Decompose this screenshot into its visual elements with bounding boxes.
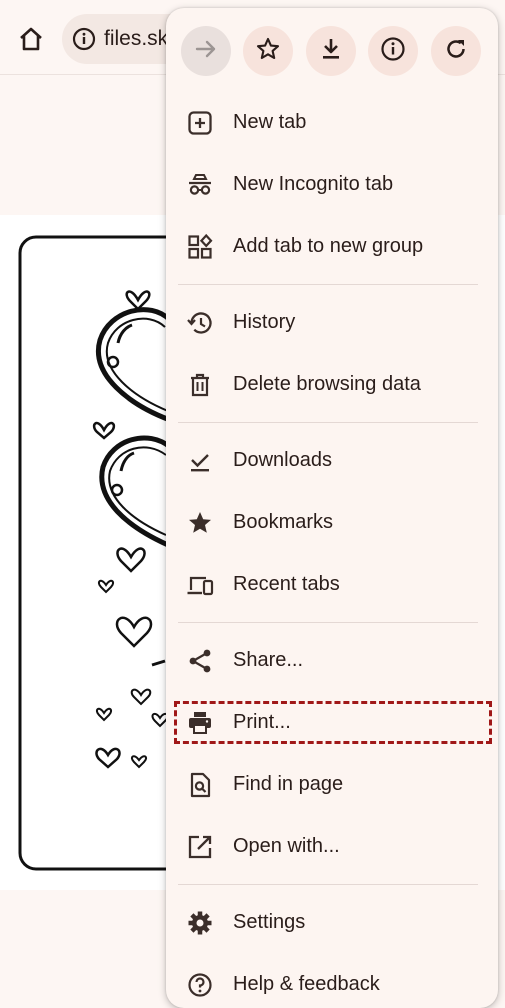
menu-item-label: Settings [233,911,306,933]
menu-item-label: New tab [233,111,307,133]
menu-item-add-tab-to-group[interactable]: Add tab to new group [166,216,498,278]
bookmark-button[interactable] [243,26,293,76]
menu-item-open-with[interactable]: Open with... [166,816,498,878]
star-outline-icon [255,36,281,67]
devices-icon [186,571,214,599]
menu-action-row [166,8,498,96]
menu-item-help-feedback[interactable]: Help & feedback [166,954,498,1008]
menu-item-label: Bookmarks [233,511,334,533]
history-icon [186,309,214,337]
menu-item-bookmarks[interactable]: Bookmarks [166,492,498,554]
downloads-icon [186,447,214,475]
menu-divider [178,422,478,423]
menu-item-share[interactable]: Share... [166,630,498,692]
share-icon [186,647,214,675]
menu-item-delete-browsing-data[interactable]: Delete browsing data [166,354,498,416]
print-highlight-box [174,701,492,744]
menu-item-downloads[interactable]: Downloads [166,430,498,492]
arrow-forward-icon [193,36,219,67]
new-tab-icon [186,109,214,137]
menu-item-new-tab[interactable]: New tab [166,92,498,154]
download-button[interactable] [306,26,356,76]
page-info-button[interactable] [368,26,418,76]
menu-item-label: New Incognito tab [233,173,394,195]
menu-item-find-in-page[interactable]: Find in page [166,754,498,816]
download-icon [318,36,344,67]
url-text: files.sk [104,27,169,50]
menu-item-label: Downloads [233,449,332,471]
trash-icon [186,371,214,399]
star-icon [186,509,214,537]
reload-button[interactable] [431,26,481,76]
menu-item-label: History [233,311,296,333]
menu-divider [178,284,478,285]
open-external-icon [186,833,214,861]
menu-item-label: Share... [233,649,304,671]
menu-item-new-incognito-tab[interactable]: New Incognito tab [166,154,498,216]
forward-button[interactable] [181,26,231,76]
reload-icon [443,36,469,67]
incognito-icon [186,171,214,199]
info-icon[interactable] [72,27,96,51]
gear-icon [186,909,214,937]
menu-item-settings[interactable]: Settings [166,892,498,954]
overflow-menu: New tab New Incognito tab Add tab to new… [166,8,498,1008]
menu-item-history[interactable]: History [166,292,498,354]
menu-divider [178,884,478,885]
menu-item-label: Recent tabs [233,573,340,595]
menu-divider [178,622,478,623]
menu-item-label: Help & feedback [233,973,380,995]
menu-item-recent-tabs[interactable]: Recent tabs [166,554,498,616]
find-in-page-icon [186,771,214,799]
info-icon [380,36,406,67]
menu-item-label: Delete browsing data [233,373,421,395]
home-icon[interactable] [14,22,48,56]
menu-item-label: Add tab to new group [233,235,424,257]
tab-group-icon [186,233,214,261]
menu-item-label: Open with... [233,835,340,857]
menu-item-label: Find in page [233,773,344,795]
